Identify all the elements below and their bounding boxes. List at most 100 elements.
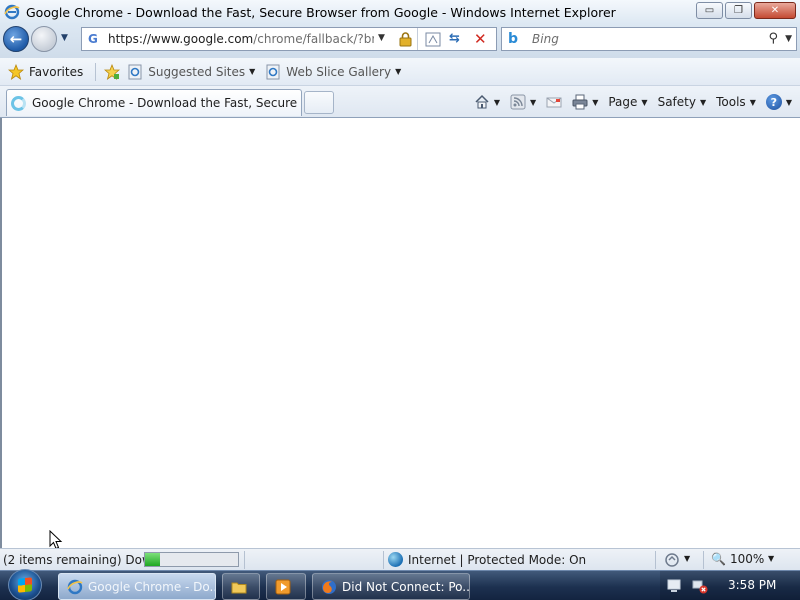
printer-icon — [572, 94, 588, 110]
taskbar: Google Chrome - Do... Did Not Connect: P… — [0, 569, 800, 600]
progress-fill — [145, 553, 160, 566]
new-tab-button[interactable] — [304, 91, 334, 114]
favorites-separator — [95, 62, 97, 81]
chevron-down-icon: ▼ — [785, 97, 792, 107]
stop-icon[interactable]: ✕ — [474, 30, 487, 48]
chevron-down-icon: ▼ — [749, 97, 756, 107]
refresh-icon[interactable]: ⇆ — [449, 31, 460, 46]
bing-logo-icon: b — [508, 31, 519, 47]
ie-page-icon — [128, 64, 142, 79]
safety-menu-label: Safety — [657, 95, 696, 109]
taskbar-ie-window[interactable]: Google Chrome - Do... — [58, 573, 216, 600]
taskbar-media-player[interactable] — [266, 573, 306, 600]
favorites-label: Favorites — [29, 64, 84, 79]
status-separator — [655, 551, 656, 569]
taskbar-ie-label: Google Chrome - Do... — [88, 579, 216, 594]
compatibility-view-icon[interactable] — [425, 32, 441, 47]
rss-feed-icon — [510, 94, 526, 110]
protected-mode-icon[interactable] — [664, 552, 680, 568]
help-menu[interactable]: ? ▼ — [765, 94, 792, 110]
taskbar-explorer[interactable] — [222, 573, 260, 600]
window-title: Google Chrome - Download the Fast, Secur… — [26, 4, 616, 20]
forward-button[interactable] — [31, 26, 57, 52]
favorites-button[interactable]: Favorites — [8, 63, 84, 80]
zoom-dropdown-icon[interactable]: ▼ — [768, 554, 774, 563]
zoom-magnifier-icon: 🔍 — [711, 552, 726, 566]
title-bar: Google Chrome - Download the Fast, Secur… — [0, 0, 800, 24]
status-separator — [244, 551, 245, 569]
home-icon — [475, 94, 489, 109]
home-button[interactable]: ▼ — [474, 94, 500, 110]
status-separator — [703, 551, 704, 569]
search-options-dropdown-icon[interactable]: ▼ — [785, 34, 792, 44]
zone-text: Internet | Protected Mode: On — [408, 552, 587, 567]
web-slice-gallery-label: Web Slice Gallery — [286, 64, 392, 79]
close-button[interactable]: ✕ — [754, 2, 796, 19]
media-player-icon — [275, 579, 291, 594]
tab-google-chrome[interactable]: Google Chrome - Download the Fast, Secur… — [6, 89, 302, 116]
print-button[interactable]: ▼ — [572, 94, 598, 110]
chevron-down-icon[interactable]: ▼ — [684, 554, 690, 563]
chevron-down-icon[interactable]: ▼ — [530, 98, 536, 107]
taskbar-firefox-label: Did Not Connect: Po... — [342, 579, 470, 594]
read-mail-button[interactable] — [546, 94, 562, 110]
restore-button[interactable]: ❐ — [725, 2, 752, 19]
chevron-down-icon[interactable]: ▼ — [494, 98, 500, 107]
minimize-button[interactable]: ▭ — [696, 2, 723, 19]
ie-page-icon — [266, 64, 280, 79]
zoom-control[interactable]: 🔍 100% — [711, 552, 764, 566]
chevron-down-icon[interactable]: ▼ — [592, 98, 598, 107]
mouse-cursor-icon — [49, 530, 63, 550]
navigation-bar: ← ▼ G https://www.google.com/chrome/fall… — [0, 24, 800, 58]
back-arrow-icon: ← — [9, 30, 23, 48]
security-zone[interactable]: Internet | Protected Mode: On — [388, 552, 586, 567]
taskbar-clock[interactable]: 3:58 PM — [728, 578, 776, 592]
suggested-sites-item[interactable]: Suggested Sites ▼ — [127, 64, 255, 80]
chevron-down-icon: ▼ — [249, 67, 256, 76]
page-menu-label: Page — [608, 95, 638, 109]
suggested-sites-label: Suggested Sites — [148, 64, 246, 79]
help-icon: ? — [765, 94, 782, 110]
address-url[interactable]: https://www.google.com/chrome/fallback/?… — [108, 32, 374, 46]
window-controls: ▭ ❐ ✕ — [696, 2, 796, 19]
action-center-icon[interactable] — [666, 578, 682, 594]
recent-pages-dropdown-icon[interactable]: ▼ — [61, 33, 68, 43]
chevron-down-icon: ▼ — [395, 67, 402, 76]
search-placeholder[interactable]: Bing — [532, 32, 559, 46]
safety-menu[interactable]: Safety ▼ — [658, 95, 707, 109]
mail-icon — [546, 97, 562, 108]
tab-label: Google Chrome - Download the Fast, Secur… — [32, 96, 300, 110]
tools-menu-label: Tools — [716, 95, 746, 109]
web-slice-gallery-item[interactable]: Web Slice Gallery ▼ — [265, 64, 401, 80]
address-bar[interactable]: G https://www.google.com/chrome/fallback… — [81, 27, 497, 51]
command-bar: ▼ ▼ ▼ Page ▼ Safety ▼ Tools ▼ ? ▼ — [464, 92, 792, 112]
tab-row: Google Chrome - Download the Fast, Secur… — [0, 86, 800, 118]
favorites-bar: Favorites Suggested Sites ▼ Web Slice Ga… — [0, 58, 800, 86]
ie-logo-icon — [4, 4, 20, 20]
feeds-button[interactable]: ▼ — [510, 94, 536, 110]
address-separator — [417, 28, 418, 50]
add-to-favorites-bar-button[interactable] — [104, 63, 125, 80]
address-dropdown-icon[interactable]: ▼ — [378, 33, 385, 43]
network-disconnected-icon[interactable] — [692, 578, 708, 594]
back-button[interactable]: ← — [3, 26, 29, 52]
search-icon[interactable]: ⚲ — [768, 31, 778, 46]
page-menu[interactable]: Page ▼ — [608, 95, 647, 109]
loading-spinner-icon — [11, 95, 26, 111]
zoom-level: 100% — [729, 552, 765, 566]
status-text: (2 items remaining) Down — [3, 552, 160, 567]
globe-icon — [388, 552, 403, 567]
start-button[interactable] — [8, 569, 42, 600]
chevron-down-icon: ▼ — [641, 97, 648, 107]
ie-logo-icon — [67, 579, 83, 594]
tools-menu[interactable]: Tools ▼ — [716, 95, 756, 109]
page-content[interactable] — [0, 118, 800, 548]
search-box[interactable]: b Bing ⚲ ▼ — [501, 27, 797, 51]
taskbar-firefox-window[interactable]: Did Not Connect: Po... — [312, 573, 470, 600]
add-favorite-star-icon — [104, 63, 121, 80]
folder-icon — [231, 582, 247, 593]
lock-icon[interactable] — [398, 32, 413, 47]
url-host: https://www.google.com — [108, 32, 254, 46]
download-progress-bar — [144, 552, 239, 567]
chevron-down-icon: ▼ — [699, 97, 707, 107]
